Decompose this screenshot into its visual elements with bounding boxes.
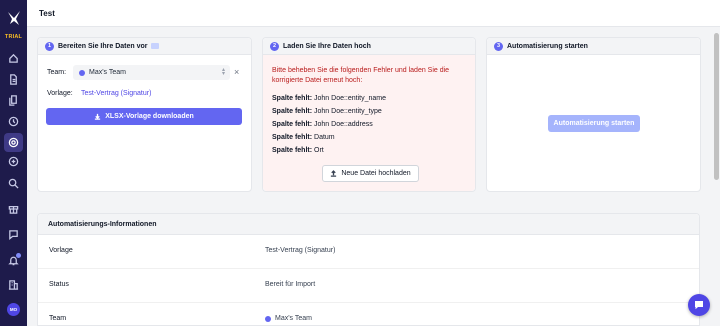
trial-badge: TRIAL [4,34,23,40]
download-icon [95,113,101,120]
app-logo[interactable] [5,10,22,34]
error-value: Datum [314,134,335,141]
user-avatar[interactable]: MO [7,303,20,316]
bell-icon[interactable] [7,253,21,267]
automation-info-card: Automatisierungs-Informationen Vorlage T… [37,213,700,326]
document-icon[interactable] [7,73,20,86]
step1-card: 1 Bereiten Sie Ihre Daten vor Team: Max'… [37,37,252,192]
team-avatar-icon [79,69,85,76]
step1-number: 1 [45,41,54,51]
error-label: Spalte fehlt: [272,121,313,128]
clear-team-icon[interactable]: × [234,68,239,77]
bird-logo-icon [7,11,20,25]
chat-bubble-icon [695,301,703,310]
team-avatar-icon [265,315,271,322]
step2-card: 2 Laden Sie Ihre Daten hoch Bitte behebe… [262,37,476,192]
chevron-updown-icon: ▴ ▾ [221,67,225,77]
home-icon[interactable] [7,52,20,65]
team-label: Team: [47,69,67,76]
step3-number: 3 [494,41,503,51]
step3-header: 3 Automatisierung starten [487,38,700,55]
info-key: Vorlage [49,247,73,254]
info-icon[interactable] [151,43,160,49]
step2-header: 2 Laden Sie Ihre Daten hoch [263,38,475,55]
building-icon[interactable] [7,278,20,291]
info-template-link[interactable]: Test-Vertrag (Signatur) [265,247,335,254]
info-team-text: Max's Team [275,315,312,322]
error-item: Spalte fehlt: John Doe::address [272,121,373,128]
error-item: Spalte fehlt: Datum [272,134,335,141]
support-chat-button[interactable] [688,294,710,316]
top-bar: Test [27,0,720,27]
page-title: Test [39,9,55,18]
upload-new-file-button[interactable]: Neue Datei hochladen [322,165,419,182]
error-label: Spalte fehlt: [272,108,313,115]
info-key: Team [49,315,67,322]
error-item: Spalte fehlt: John Doe::entity_type [272,108,382,115]
error-intro: Bitte beheben Sie die folgenden Fehler u… [272,67,450,84]
upload-icon [331,170,337,177]
search-icon[interactable] [7,177,20,190]
step3-title: Automatisierung starten [507,42,588,50]
step1-header: 1 Bereiten Sie Ihre Daten vor [38,38,251,55]
info-key: Status [49,281,69,288]
team-select[interactable]: Max's Team ▴ ▾ [73,65,230,80]
automation-icon[interactable] [4,133,23,152]
error-value: Ort [314,147,324,154]
info-title: Automatisierungs-Informationen [38,214,699,235]
step2-title: Laden Sie Ihre Daten hoch [283,42,371,50]
step2-number: 2 [270,41,279,51]
error-item: Spalte fehlt: Ort [272,147,324,154]
error-item: Spalte fehlt: John Doe::entity_name [272,95,386,102]
template-link[interactable]: Test-Vertrag (Signatur) [81,90,151,97]
template-label: Vorlage: [47,90,73,97]
upload-new-file-label: Neue Datei hochladen [341,170,411,177]
error-label: Spalte fehlt: [272,134,313,141]
info-row: Vorlage Test-Vertrag (Signatur) [38,235,699,269]
settings-circle-icon[interactable] [7,155,20,168]
step3-card: 3 Automatisierung starten Automatisierun… [486,37,701,192]
scrollbar[interactable] [713,27,720,326]
sidebar: TRIAL MO [0,0,27,326]
info-status-value: Bereit für Import [265,281,316,288]
error-label: Spalte fehlt: [272,95,313,102]
error-value: John Doe::entity_type [314,108,382,115]
chat-icon[interactable] [7,228,20,241]
download-template-label: XLSX-Vorlage downloaden [105,113,194,120]
info-row: Team Max's Team [38,303,699,326]
files-icon[interactable] [7,94,20,107]
download-template-button[interactable]: XLSX-Vorlage downloaden [46,108,242,125]
error-value: John Doe::address [314,121,373,128]
history-icon[interactable] [7,115,20,128]
info-row: Status Bereit für Import [38,269,699,303]
notification-dot [16,253,21,258]
start-automation-button[interactable]: Automatisierung starten [548,115,640,132]
gift-icon[interactable] [7,202,20,215]
error-value: John Doe::entity_name [314,95,387,102]
info-team-value: Max's Team [265,315,312,322]
scrollbar-thumb[interactable] [714,33,719,180]
error-label: Spalte fehlt: [272,147,313,154]
team-select-value: Max's Team [89,69,126,76]
step1-title: Bereiten Sie Ihre Daten vor [58,42,148,50]
